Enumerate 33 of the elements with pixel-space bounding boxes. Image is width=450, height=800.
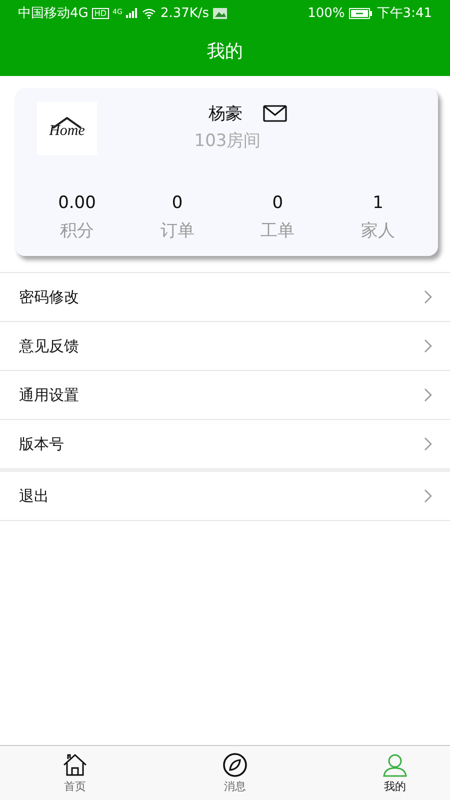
mail-icon[interactable]	[262, 105, 286, 122]
carrier-text: 中国移动4G	[18, 5, 88, 22]
menu-item[interactable]: 意见反馈	[0, 321, 450, 370]
tab[interactable]: 消息	[205, 746, 265, 800]
chevron-icon	[424, 388, 432, 402]
room-text: 103房间	[194, 130, 261, 152]
chevron-icon	[424, 339, 432, 353]
menu-item[interactable]: 通用设置	[0, 370, 450, 419]
home-icon	[62, 752, 88, 776]
stat-value: 1	[372, 193, 384, 213]
battery-percent-text: 100%	[308, 6, 345, 20]
wifi-icon	[142, 8, 156, 18]
tab[interactable]: 我的	[365, 746, 425, 800]
menu-item[interactable]: 密码修改	[0, 272, 450, 321]
page-title: 我的	[206, 40, 244, 64]
stat-value: 0.00	[58, 193, 96, 213]
chevron-icon	[424, 290, 432, 304]
battery-icon	[348, 8, 373, 18]
menu-item[interactable]: 版本号	[0, 419, 450, 468]
stat-value: 0	[172, 193, 183, 213]
speed-text: 2.37K/s	[160, 6, 210, 20]
chevron-icon	[424, 489, 432, 503]
compass-icon	[222, 752, 248, 776]
person-icon	[382, 752, 408, 776]
signal-icon	[126, 8, 138, 18]
image-icon	[213, 8, 228, 18]
chevron-icon	[424, 437, 432, 451]
hd-badge: HD	[92, 8, 109, 18]
tab[interactable]: 首页	[45, 746, 105, 800]
stat-value: 0	[272, 193, 284, 213]
user-name: 杨豪	[208, 103, 242, 125]
logo-text: Home	[49, 123, 85, 140]
clock-text: 下午3:41	[376, 5, 432, 22]
